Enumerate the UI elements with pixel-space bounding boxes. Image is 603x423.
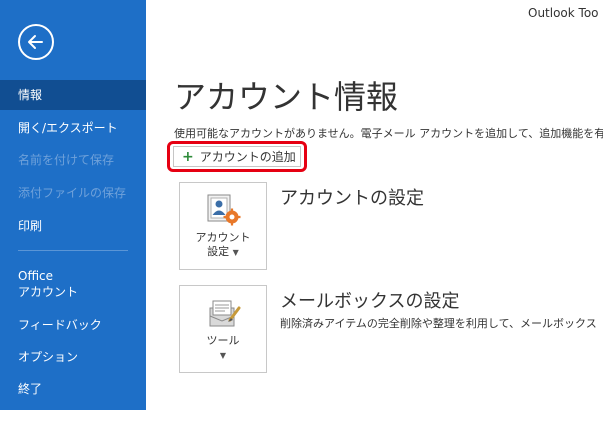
back-button[interactable] — [18, 24, 54, 60]
mailbox-tools-button[interactable]: ツール ▼ — [179, 285, 267, 373]
page-title: アカウント情報 — [174, 78, 399, 116]
sidebar-item-label: 情報 — [18, 88, 43, 102]
sidebar-item-print[interactable]: 印刷 — [0, 219, 146, 233]
sidebar-item-office-account[interactable]: Office アカウント — [0, 268, 146, 300]
sidebar-item-info[interactable]: 情報 — [0, 80, 146, 110]
sidebar-item-options[interactable]: オプション — [0, 350, 146, 364]
add-account-label: アカウントの追加 — [199, 150, 296, 164]
account-settings-heading: アカウントの設定 — [280, 188, 424, 209]
sidebar-item-label: 終了 — [18, 382, 43, 396]
add-account-button[interactable]: + アカウントの追加 — [173, 146, 301, 167]
account-settings-tile-label-2: 設定 ▼ — [207, 245, 239, 258]
sidebar-item-feedback[interactable]: フィードバック — [0, 318, 146, 332]
sidebar-item-save-as: 名前を付けて保存 — [0, 153, 146, 167]
mailbox-tools-tile-label: ツール — [206, 334, 240, 347]
sidebar-item-save-attachments: 添付ファイルの保存 — [0, 186, 146, 200]
sidebar-item-label: Office — [18, 269, 54, 283]
no-account-message: 使用可能なアカウントがありません。電子メール アカウントを追加して、追加機能を有 — [174, 127, 603, 140]
backstage-window: 情報 開く/エクスポート 名前を付けて保存 添付ファイルの保存 印刷 Offic… — [0, 0, 603, 410]
chevron-down-icon: ▼ — [232, 248, 239, 257]
sidebar-item-open-export[interactable]: 開く/エクスポート — [0, 121, 146, 135]
sidebar-item-label: 印刷 — [18, 219, 43, 233]
mailbox-settings-heading: メールボックスの設定 — [280, 291, 460, 312]
sidebar-item-exit[interactable]: 終了 — [0, 382, 146, 396]
sidebar-item-label: 開く/エクスポート — [18, 121, 118, 135]
account-settings-icon — [207, 194, 241, 226]
account-settings-tile-label: アカウント — [195, 231, 251, 244]
sidebar-item-label: 添付ファイルの保存 — [18, 186, 127, 200]
backstage-sidebar: 情報 開く/エクスポート 名前を付けて保存 添付ファイルの保存 印刷 Offic… — [0, 0, 146, 410]
chevron-down-icon: ▼ — [219, 351, 227, 360]
main-content: アカウント情報 使用可能なアカウントがありません。電子メール アカウントを追加し… — [146, 0, 603, 410]
account-settings-button[interactable]: アカウント 設定 ▼ — [179, 182, 267, 270]
plus-icon: + — [182, 148, 194, 165]
mailbox-tools-caret: ▼ — [180, 348, 266, 363]
sidebar-item-label: フィードバック — [18, 318, 102, 332]
sidebar-divider — [18, 250, 128, 251]
sidebar-item-label: 名前を付けて保存 — [18, 153, 115, 167]
mailbox-tools-icon — [209, 300, 241, 327]
sidebar-item-label-2: アカウント — [18, 285, 79, 299]
sidebar-item-label: オプション — [18, 350, 79, 364]
mailbox-settings-description: 削除済みアイテムの完全削除や整理を利用して、メールボックス — [280, 317, 597, 330]
back-arrow-icon — [28, 35, 43, 49]
